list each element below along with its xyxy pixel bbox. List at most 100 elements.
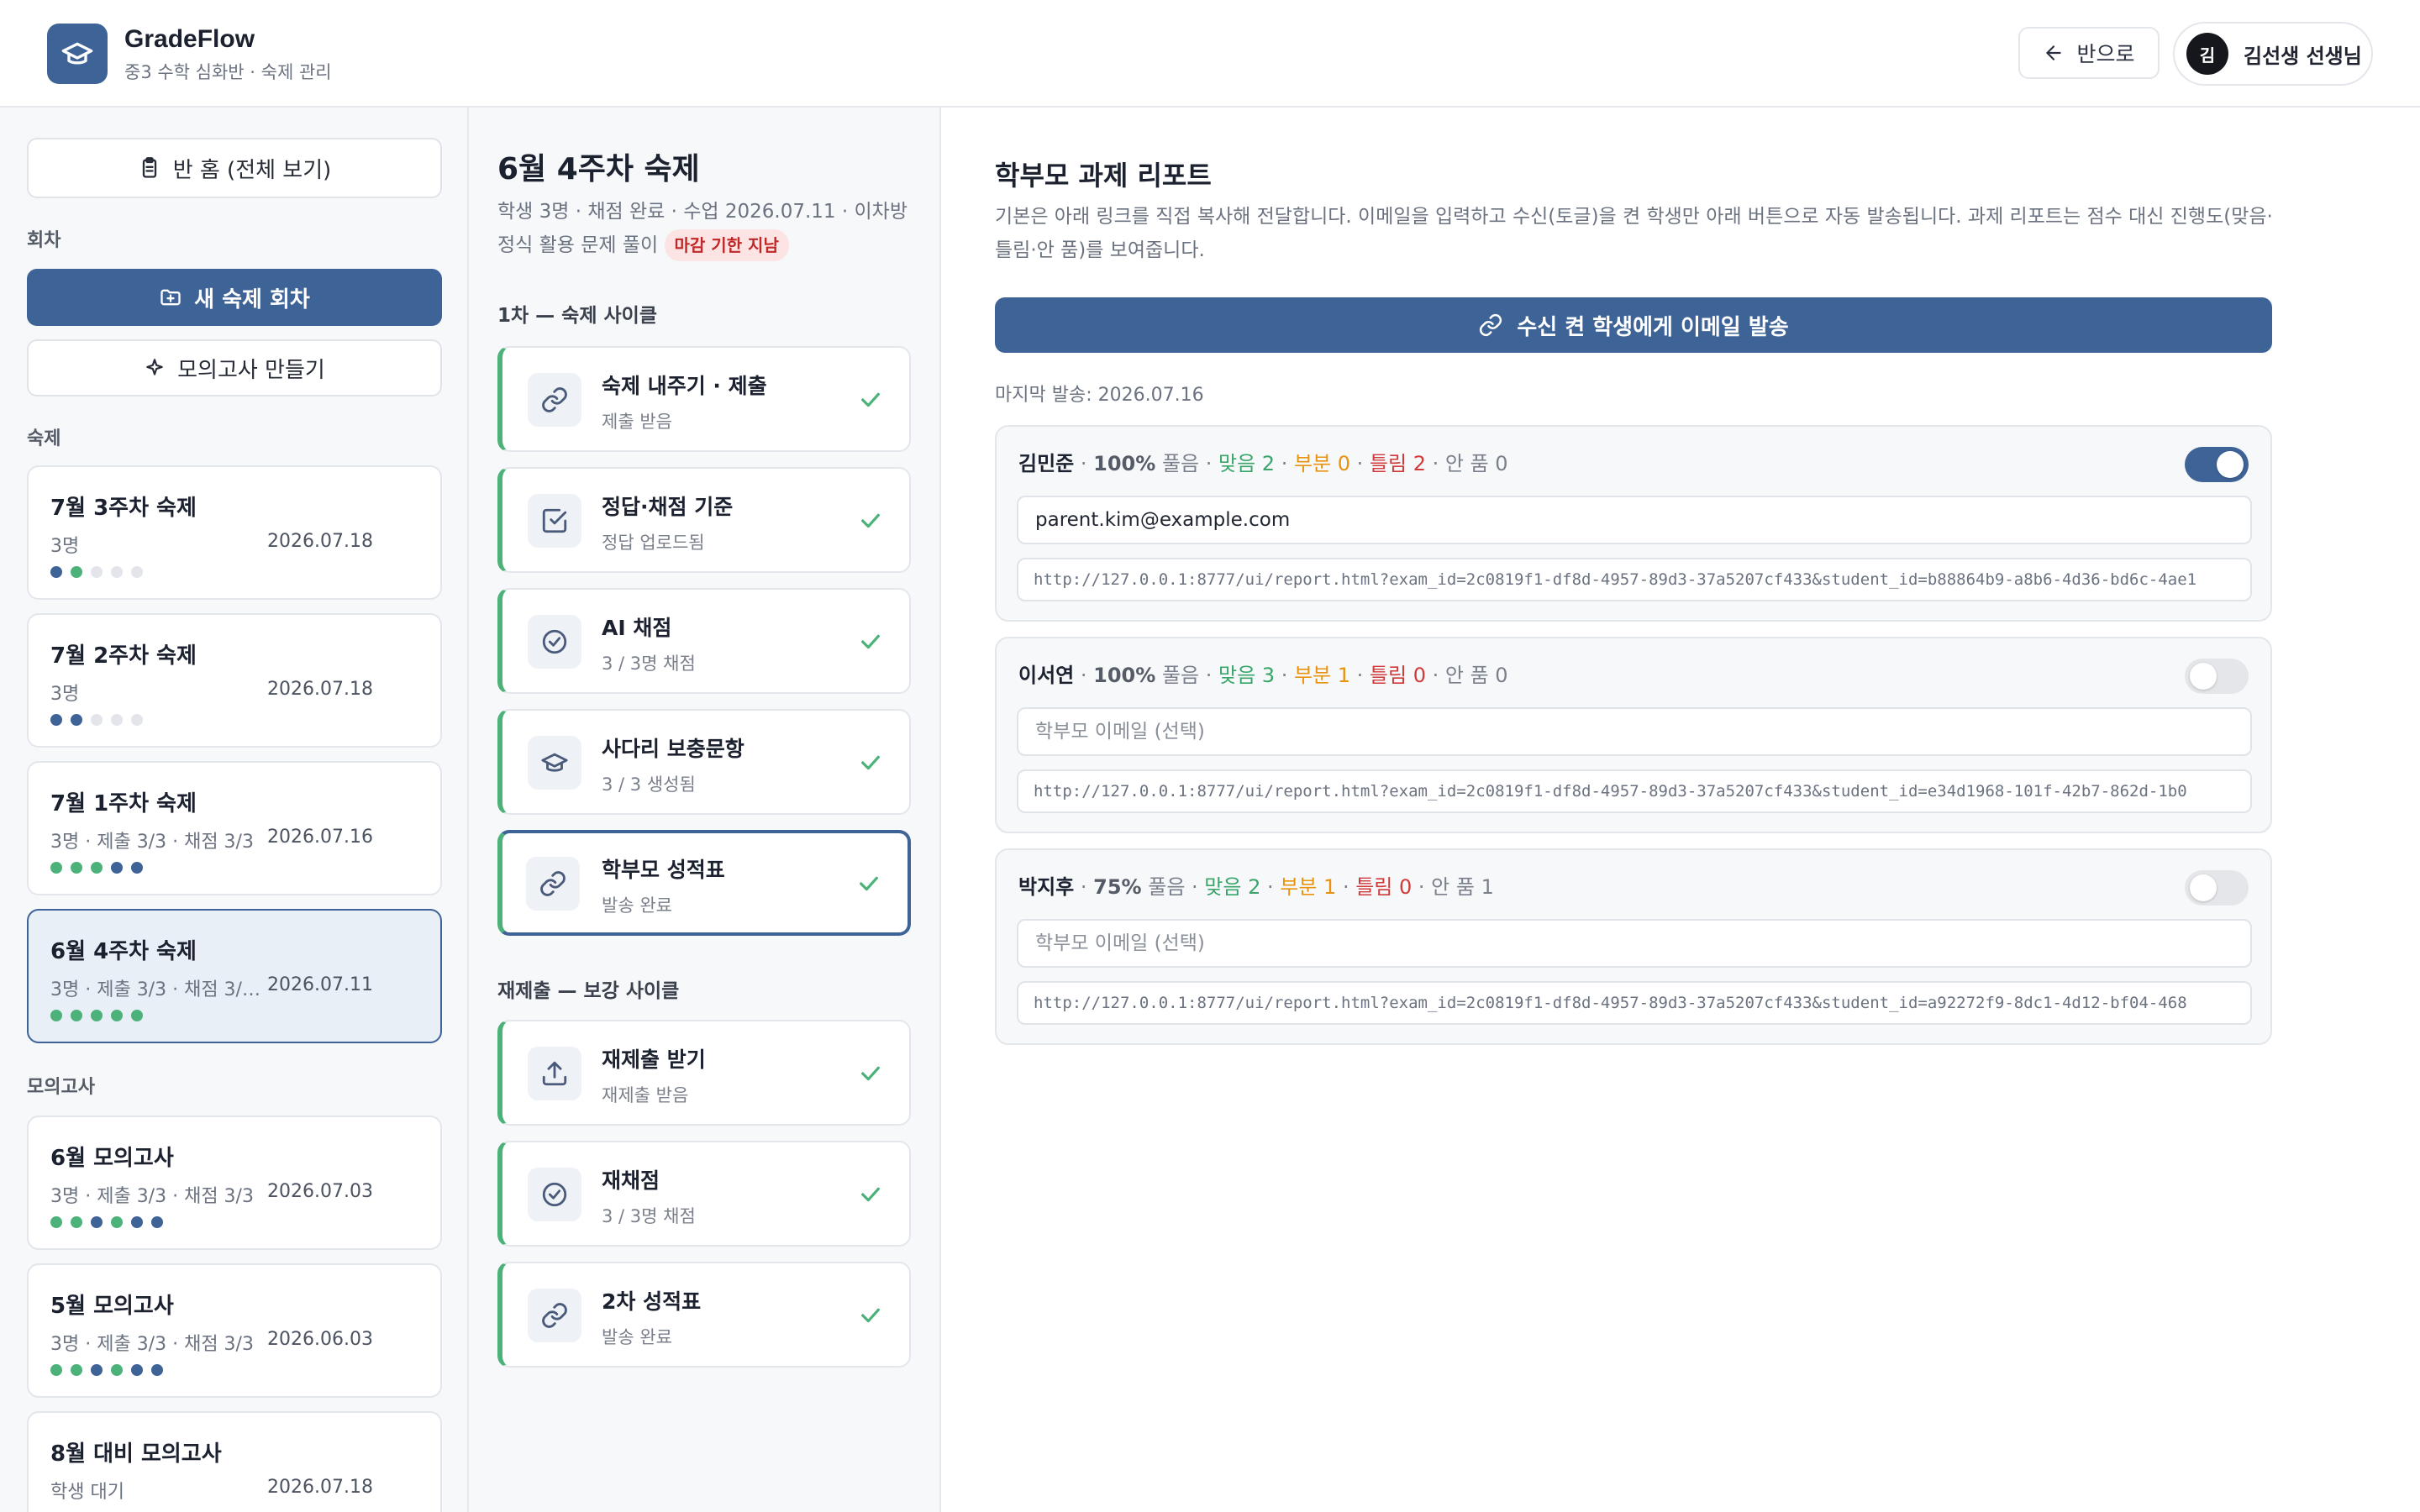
step-second-report[interactable]: 2차 성적표 발송 완료	[497, 1262, 911, 1368]
section-mock-label: 모의고사	[27, 1077, 95, 1098]
mock-exam-card[interactable]: 5월 모의고사 3명 · 제출 3/3 · 채점 3/3 2026.06.03	[27, 1263, 442, 1398]
check-icon	[857, 1302, 884, 1329]
report-link-field[interactable]: http://127.0.0.1:8777/ui/report.html?exa…	[1017, 981, 2252, 1025]
student-report-card: 이서연 · 100% 풀음 · 맞음 3 · 부분 1 · 틀림 0 · 안 품…	[995, 637, 2272, 833]
progress-dot	[91, 714, 103, 726]
step-status: 3 / 3 생성됨	[602, 774, 696, 795]
correct-count: 맞음 2	[1204, 875, 1261, 899]
parent-email-input[interactable]	[1017, 919, 2252, 968]
progress-dot	[131, 1216, 143, 1228]
homework-title: 7월 2주차 숙제	[50, 643, 197, 669]
clipboard-icon	[138, 156, 161, 180]
email-receive-toggle[interactable]	[2185, 447, 2249, 482]
progress-dot	[50, 862, 62, 874]
graduation-cap-logo-icon	[47, 24, 108, 84]
mock-exam-title: 6월 모의고사	[50, 1146, 174, 1171]
homework-card[interactable]: 7월 3주차 숙제 3명 2026.07.18	[27, 465, 442, 600]
progress-dots	[50, 714, 143, 726]
create-mock-exam-button[interactable]: 모의고사 만들기	[27, 339, 442, 396]
mock-exam-date: 2026.07.18	[267, 1477, 373, 1498]
homework-card-selected[interactable]: 6월 4주차 숙제 3명 · 제출 3/3 · 채점 3/3 · 이차방정식 활…	[27, 909, 442, 1043]
step-status: 제출 받음	[602, 412, 672, 432]
check-icon	[857, 386, 884, 413]
homework-card[interactable]: 7월 2주차 숙제 3명 2026.07.18	[27, 613, 442, 748]
student-summary: 이서연 · 100% 풀음 · 맞음 3 · 부분 1 · 틀림 0 · 안 품…	[1018, 664, 1508, 687]
step-status: 정답 업로드됨	[602, 533, 705, 553]
report-link-field[interactable]: http://127.0.0.1:8777/ui/report.html?exa…	[1017, 769, 2252, 813]
step-resubmit[interactable]: 재제출 받기 재제출 받음	[497, 1020, 911, 1126]
student-name: 박지후	[1018, 875, 1075, 899]
create-mock-exam-label: 모의고사 만들기	[177, 357, 325, 383]
progress-dot	[91, 1364, 103, 1376]
link-icon	[528, 1289, 581, 1342]
step-ai-grading[interactable]: AI 채점 3 / 3명 채점	[497, 588, 911, 694]
email-receive-toggle[interactable]	[2185, 870, 2249, 906]
partial-count: 부분 1	[1280, 875, 1337, 899]
mock-exam-card[interactable]: 8월 대비 모의고사 학생 대기 2026.07.18	[27, 1411, 442, 1512]
step-answer-key[interactable]: 정답·채점 기준 정답 업로드됨	[497, 467, 911, 573]
send-email-button[interactable]: 수신 켠 학생에게 이메일 발송	[995, 297, 2272, 353]
step-title: 재제출 받기	[602, 1047, 706, 1072]
upload-icon	[528, 1047, 581, 1100]
wrong-count: 틀림 0	[1369, 664, 1426, 687]
progress-dot	[71, 1010, 82, 1021]
step-regrade[interactable]: 재채점 3 / 3명 채점	[497, 1141, 911, 1247]
cycle2-title: 재제출 — 보강 사이클	[497, 980, 680, 1002]
report-title: 학부모 과제 리포트	[995, 160, 1212, 192]
wrong-count: 틀림 2	[1369, 452, 1426, 475]
back-to-class-button[interactable]: 반으로	[2018, 27, 2160, 79]
progress-dot	[111, 1364, 123, 1376]
homework-date: 2026.07.16	[267, 827, 373, 848]
app-subtitle: 중3 수학 심화반 · 숙제 관리	[124, 62, 332, 82]
step-ladder-questions[interactable]: 사다리 보충문항 3 / 3 생성됨	[497, 709, 911, 815]
parent-email-input[interactable]	[1017, 496, 2252, 544]
unsolved-count: 안 품 0	[1444, 452, 1508, 475]
check-icon	[857, 507, 884, 534]
homework-meta: 3명 · 제출 3/3 · 채점 3/3	[50, 832, 254, 853]
progress-dots	[50, 1364, 163, 1376]
solved-label: 풀음	[1161, 664, 1200, 687]
graduation-cap-icon	[528, 736, 581, 790]
correct-count: 맞음 3	[1218, 664, 1276, 687]
progress-dot	[91, 566, 103, 578]
app-header: GradeFlow 중3 수학 심화반 · 숙제 관리 반으로 김 김선생 선생…	[0, 0, 2420, 108]
progress-dot	[71, 714, 82, 726]
progress-dot	[111, 566, 123, 578]
check-icon	[857, 1060, 884, 1087]
progress-dot	[151, 1364, 163, 1376]
correct-count: 맞음 2	[1218, 452, 1276, 475]
check-icon	[857, 1181, 884, 1208]
homework-detail-meta: 학생 3명 · 채점 완료 · 수업 2026.07.11 · 이차방정식 활용…	[497, 195, 918, 262]
student-report-card: 김민준 · 100% 풀음 · 맞음 2 · 부분 0 · 틀림 2 · 안 품…	[995, 425, 2272, 622]
wrong-count: 틀림 0	[1355, 875, 1413, 899]
toggle-knob	[2190, 663, 2217, 690]
parent-email-input[interactable]	[1017, 707, 2252, 756]
student-summary: 박지후 · 75% 풀음 · 맞음 2 · 부분 1 · 틀림 0 · 안 품 …	[1018, 875, 1494, 899]
step-title: 숙제 내주기 · 제출	[602, 374, 767, 398]
progress-dot	[71, 862, 82, 874]
homework-title: 7월 1주차 숙제	[50, 791, 197, 816]
progress-dot	[71, 1216, 82, 1228]
homework-card[interactable]: 7월 1주차 숙제 3명 · 제출 3/3 · 채점 3/3 2026.07.1…	[27, 761, 442, 895]
class-home-button[interactable]: 반 홈 (전체 보기)	[27, 138, 442, 198]
mock-exam-date: 2026.06.03	[267, 1329, 373, 1350]
progress-dot	[71, 566, 82, 578]
email-receive-toggle[interactable]	[2185, 659, 2249, 694]
unsolved-count: 안 품 1	[1431, 875, 1494, 899]
mock-exam-title: 8월 대비 모의고사	[50, 1441, 222, 1467]
step-assign-submit[interactable]: 숙제 내주기 · 제출 제출 받음	[497, 346, 911, 452]
mock-exam-title: 5월 모의고사	[50, 1294, 174, 1319]
new-homework-button[interactable]: 새 숙제 회차	[27, 269, 442, 326]
mock-exam-card[interactable]: 6월 모의고사 3명 · 제출 3/3 · 채점 3/3 2026.07.03	[27, 1116, 442, 1250]
step-status: 3 / 3명 채점	[602, 1206, 696, 1226]
step-title: 학부모 성적표	[602, 858, 725, 882]
sparkle-icon	[144, 357, 166, 379]
class-home-label: 반 홈 (전체 보기)	[172, 157, 332, 183]
report-link-field[interactable]: http://127.0.0.1:8777/ui/report.html?exa…	[1017, 558, 2252, 601]
step-status: 발송 완료	[602, 895, 672, 916]
user-menu-button[interactable]: 김 김선생 선생님	[2173, 22, 2373, 86]
step-parent-report-selected[interactable]: 학부모 성적표 발송 완료	[497, 830, 911, 936]
unsolved-count: 안 품 0	[1444, 664, 1508, 687]
progress-dot	[111, 1216, 123, 1228]
homework-date: 2026.07.18	[267, 679, 373, 700]
